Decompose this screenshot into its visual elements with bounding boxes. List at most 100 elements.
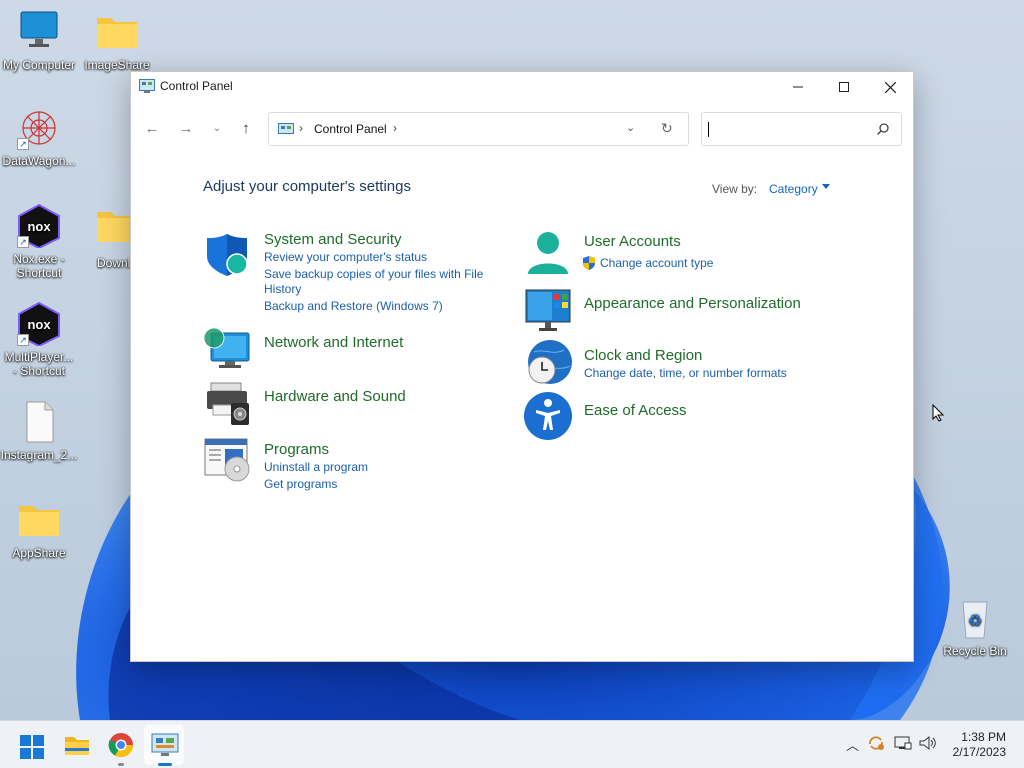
maximize-button[interactable] bbox=[821, 72, 867, 102]
up-button[interactable]: ↑ bbox=[236, 120, 256, 138]
close-icon bbox=[884, 81, 896, 93]
recycle-bin-icon: ♻ bbox=[951, 596, 999, 640]
category-link[interactable]: Uninstall a program bbox=[264, 459, 368, 475]
control-panel-icon bbox=[139, 79, 155, 93]
document-file-icon bbox=[15, 400, 63, 444]
clock-date: 2/17/2023 bbox=[952, 745, 1006, 759]
navigation-bar: ← → ⌄ ↑ › Control Panel › ⌄ ↻ bbox=[131, 112, 913, 146]
programs-disc-icon[interactable] bbox=[203, 435, 251, 483]
category-title[interactable]: Programs bbox=[264, 441, 329, 458]
minimize-button[interactable] bbox=[775, 72, 821, 102]
title-bar[interactable]: Control Panel bbox=[131, 72, 913, 102]
printer-icon[interactable] bbox=[203, 379, 251, 427]
category-link[interactable]: Change date, time, or number formats bbox=[584, 365, 787, 381]
arrow-up-icon: ↑ bbox=[242, 120, 250, 137]
taskbar: ︿ 1:38 PM 2/17/2023 bbox=[0, 720, 1024, 768]
category-link[interactable]: Save backup copies of your files with Fi… bbox=[264, 266, 483, 282]
desktop-icon-label: Recycle Bin bbox=[943, 644, 1007, 658]
search-input[interactable] bbox=[708, 114, 868, 144]
desktop-icon-instagram-file[interactable]: Instagram_2... bbox=[0, 400, 78, 462]
appearance-monitor-icon[interactable] bbox=[524, 286, 572, 334]
uac-shield-icon bbox=[582, 256, 596, 274]
search-box[interactable] bbox=[701, 112, 902, 146]
address-dropdown-icon[interactable]: ⌄ bbox=[626, 121, 635, 134]
page-heading: Adjust your computer's settings bbox=[203, 178, 411, 195]
category-title[interactable]: Network and Internet bbox=[264, 334, 403, 351]
clock-time: 1:38 PM bbox=[961, 730, 1006, 744]
desktop-icon-label: ImageShare bbox=[84, 58, 150, 72]
chrome-icon bbox=[108, 733, 133, 758]
folder-icon bbox=[65, 737, 89, 755]
start-button[interactable] bbox=[20, 735, 44, 759]
category-title[interactable]: Hardware and Sound bbox=[264, 388, 406, 405]
breadcrumb-separator-icon[interactable]: › bbox=[393, 121, 397, 135]
monitor-icon bbox=[15, 10, 63, 54]
chevron-down-icon: ⌄ bbox=[212, 123, 222, 134]
taskbar-file-explorer[interactable] bbox=[63, 731, 91, 759]
running-indicator bbox=[118, 763, 124, 766]
category-title[interactable]: Clock and Region bbox=[584, 347, 702, 364]
back-button[interactable]: ← bbox=[142, 120, 162, 138]
maximize-icon bbox=[839, 82, 849, 92]
system-clock[interactable]: 1:38 PM 2/17/2023 bbox=[948, 730, 1006, 760]
recent-locations-button[interactable]: ⌄ bbox=[207, 120, 227, 138]
mouse-cursor-icon bbox=[932, 404, 944, 422]
accessibility-icon[interactable] bbox=[524, 392, 572, 440]
desktop-icon-recycle-bin[interactable]: ♻ Recycle Bin bbox=[936, 596, 1014, 658]
windows-logo-icon bbox=[20, 735, 44, 759]
dropdown-arrow-icon[interactable] bbox=[822, 184, 830, 189]
clock-globe-icon[interactable] bbox=[524, 338, 572, 386]
sync-icon[interactable] bbox=[867, 735, 885, 754]
user-icon[interactable] bbox=[524, 230, 572, 278]
desktop-icon-datawagon[interactable]: ↗ DataWagon... bbox=[0, 106, 78, 168]
refresh-icon[interactable]: ↻ bbox=[661, 120, 673, 137]
arrow-left-icon: ← bbox=[144, 120, 160, 137]
network-globe-icon[interactable] bbox=[203, 325, 251, 373]
arrow-right-icon: → bbox=[178, 120, 194, 137]
category-title[interactable]: System and Security bbox=[264, 231, 402, 248]
category-title[interactable]: Appearance and Personalization bbox=[584, 295, 801, 312]
control-panel-icon bbox=[151, 733, 179, 756]
forward-button[interactable]: → bbox=[176, 120, 196, 138]
category-link[interactable]: Get programs bbox=[264, 476, 337, 492]
folder-icon bbox=[15, 498, 63, 542]
category-link[interactable]: Backup and Restore (Windows 7) bbox=[264, 298, 443, 314]
address-bar[interactable]: › Control Panel › ⌄ ↻ bbox=[268, 112, 689, 146]
category-title[interactable]: User Accounts bbox=[584, 233, 681, 250]
desktop-icon-imageshare[interactable]: ImageShare bbox=[78, 10, 156, 72]
svg-text:nox: nox bbox=[27, 317, 51, 332]
taskbar-control-panel[interactable] bbox=[151, 731, 179, 759]
folder-icon bbox=[93, 10, 141, 54]
view-by-dropdown[interactable]: Category bbox=[769, 182, 818, 196]
category-title[interactable]: Ease of Access bbox=[584, 402, 687, 419]
desktop-icon-label: DataWagon... bbox=[2, 154, 76, 168]
shortcut-arrow-icon: ↗ bbox=[17, 334, 29, 346]
category-link[interactable]: History bbox=[264, 281, 301, 297]
volume-icon[interactable] bbox=[919, 735, 937, 754]
window-title: Control Panel bbox=[160, 79, 233, 93]
breadcrumb-separator-icon[interactable]: › bbox=[299, 121, 303, 135]
active-indicator bbox=[158, 763, 172, 766]
desktop-icon-nox[interactable]: nox ↗ Nox.exe - Shortcut bbox=[0, 203, 78, 280]
shield-icon[interactable] bbox=[203, 230, 251, 278]
taskbar-chrome[interactable] bbox=[107, 731, 135, 759]
desktop-icon-appshare[interactable]: AppShare bbox=[0, 498, 78, 560]
desktop-icon-multiplayer[interactable]: nox ↗ MultiPlayer... - Shortcut bbox=[0, 301, 78, 378]
desktop-icon-label: AppShare bbox=[12, 546, 66, 560]
category-link[interactable]: Change account type bbox=[600, 255, 713, 271]
desktop-icon-label: My Computer bbox=[2, 58, 76, 72]
nox-app-icon: nox ↗ bbox=[15, 301, 63, 348]
category-link[interactable]: Review your computer's status bbox=[264, 249, 427, 265]
desktop-icon-my-computer[interactable]: My Computer bbox=[0, 10, 78, 72]
breadcrumb-control-panel[interactable]: Control Panel bbox=[314, 122, 387, 136]
minimize-icon bbox=[793, 86, 803, 88]
control-panel-window[interactable]: Control Panel ← → ⌄ ↑ › Control Panel › … bbox=[130, 71, 914, 662]
show-hidden-icons-chevron-icon[interactable]: ︿ bbox=[846, 735, 859, 754]
nox-app-icon: nox ↗ bbox=[15, 203, 63, 250]
close-button[interactable] bbox=[867, 72, 913, 102]
svg-text:nox: nox bbox=[27, 219, 51, 234]
search-icon[interactable] bbox=[877, 122, 889, 140]
control-panel-icon bbox=[278, 123, 294, 136]
network-icon[interactable] bbox=[894, 735, 912, 754]
view-by-label: View by: bbox=[712, 182, 758, 196]
